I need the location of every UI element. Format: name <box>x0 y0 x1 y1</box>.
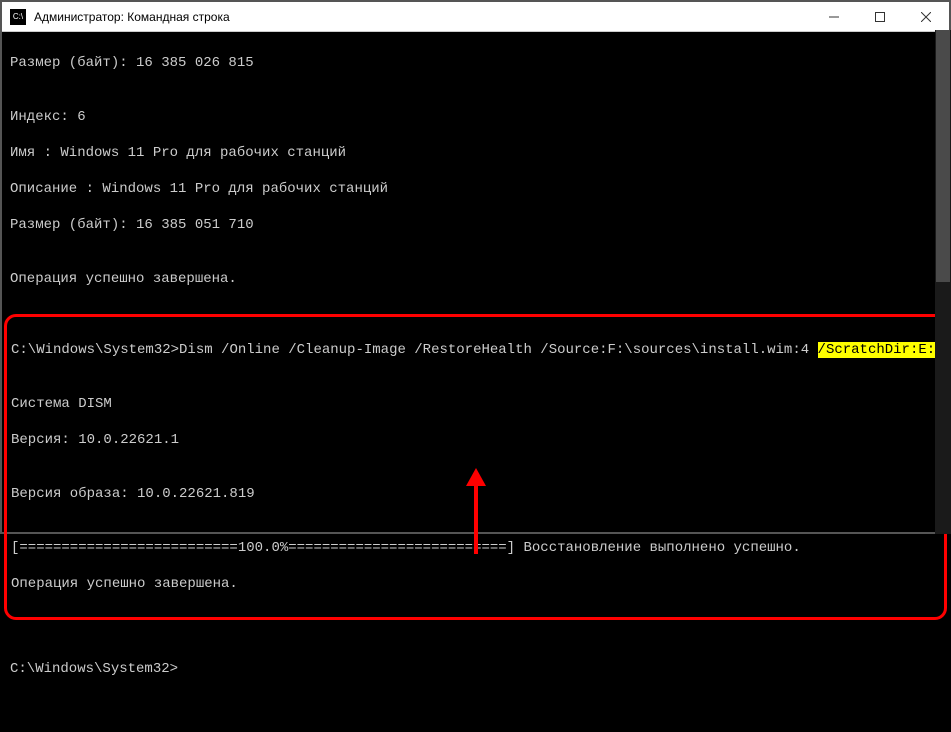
close-icon <box>921 12 931 22</box>
minimize-button[interactable] <box>811 2 857 31</box>
close-button[interactable] <box>903 2 949 31</box>
scrollbar-thumb[interactable] <box>936 30 950 282</box>
maximize-button[interactable] <box>857 2 903 31</box>
output-line: Имя : Windows 11 Pro для рабочих станций <box>10 144 941 162</box>
command-text: Dism /Online /Cleanup-Image /RestoreHeal… <box>179 342 818 358</box>
output-line: Cистема DISM <box>11 395 940 413</box>
output-line: Размер (байт): 16 385 026 815 <box>10 54 941 72</box>
output-line: Операция успешно завершена. <box>10 270 941 288</box>
output-line: Индекс: 6 <box>10 108 941 126</box>
window-title: Администратор: Командная строка <box>34 10 811 24</box>
prompt: C:\Windows\System32> <box>11 342 179 358</box>
terminal-output[interactable]: Размер (байт): 16 385 026 815 Индекс: 6 … <box>2 32 949 532</box>
prompt-line: C:\Windows\System32> <box>10 660 941 678</box>
window-controls <box>811 2 949 31</box>
maximize-icon <box>875 12 885 22</box>
vertical-scrollbar[interactable] <box>935 30 951 534</box>
cmd-icon: C:\ <box>10 9 26 25</box>
arrow-up-icon <box>466 468 486 486</box>
annotation-arrow <box>466 432 486 504</box>
highlighted-argument: /ScratchDir:E:\ <box>818 342 944 358</box>
output-line: Размер (байт): 16 385 051 710 <box>10 216 941 234</box>
titlebar: C:\ Администратор: Командная строка <box>2 2 949 32</box>
output-line: Описание : Windows 11 Pro для рабочих ст… <box>10 180 941 198</box>
command-line: C:\Windows\System32>Dism /Online /Cleanu… <box>11 341 940 359</box>
minimize-icon <box>829 12 839 22</box>
output-line: Операция успешно завершена. <box>11 575 940 593</box>
